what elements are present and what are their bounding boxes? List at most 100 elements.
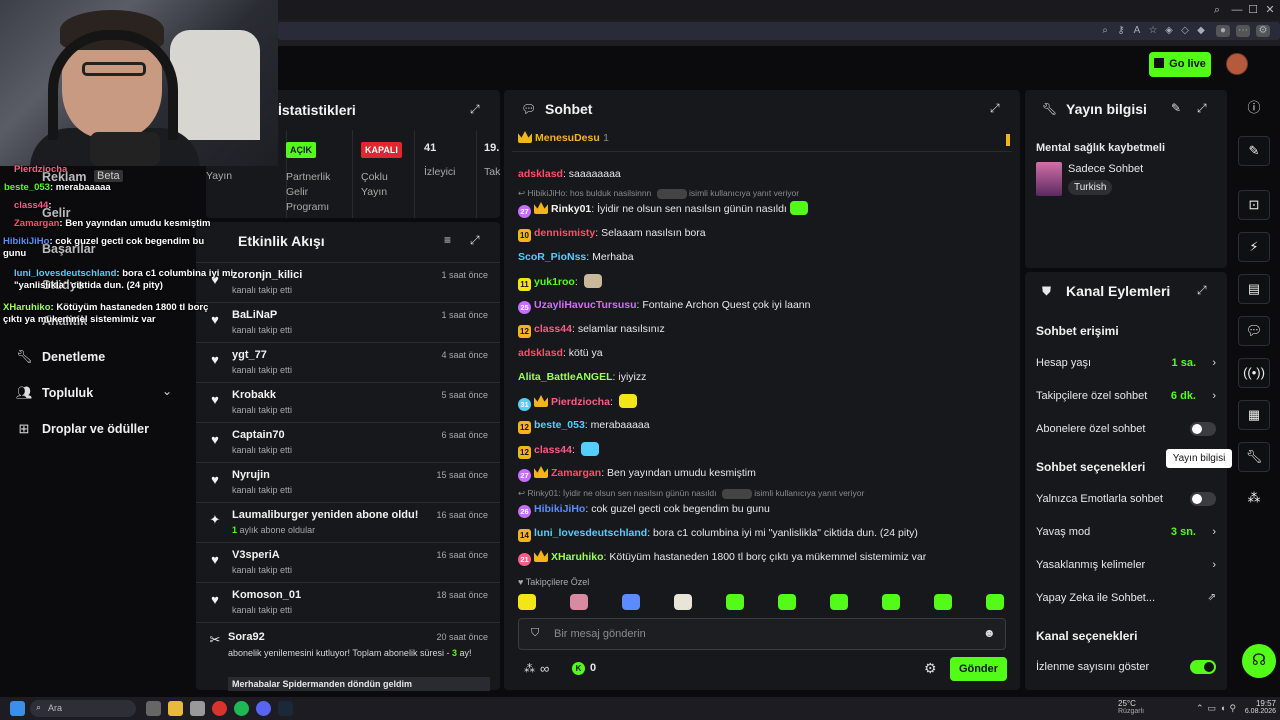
emote-only-toggle[interactable] (1190, 492, 1216, 506)
expand-icon[interactable]: ⤢ (470, 233, 480, 248)
layout-icon[interactable]: ▦ (1238, 400, 1270, 430)
emote-button[interactable] (622, 594, 640, 610)
maximize-button[interactable]: ☐ (1246, 3, 1260, 17)
go-live-button[interactable]: Go live (1149, 52, 1211, 77)
slow-mode-setting[interactable]: Yavaş mod 3 sn. › (1036, 526, 1216, 538)
close-button[interactable]: ✕ (1263, 3, 1277, 17)
followers-only-setting[interactable]: Takipçilere özel sohbet 6 dk. › (1036, 390, 1216, 402)
expand-icon[interactable]: ⤢ (1197, 101, 1207, 116)
apps-icon[interactable]: ⁂ (1238, 484, 1270, 514)
minimize-button[interactable]: — (1230, 3, 1244, 17)
document-icon[interactable]: ▤ (1238, 274, 1270, 304)
avatar[interactable] (1226, 53, 1248, 75)
gear-icon[interactable]: ⚙ (924, 660, 937, 677)
bookmark-icon[interactable]: ☆ (1146, 25, 1160, 37)
expand-icon[interactable]: ⤢ (1197, 283, 1207, 298)
chat-username[interactable]: adsklasd (518, 168, 563, 180)
heart-icon: ♥ (211, 392, 219, 407)
chat-username[interactable]: ScoR_PioNss (518, 251, 586, 263)
banned-words-setting[interactable]: Yasaklanmış kelimeler › (1036, 559, 1216, 571)
chevron-down-icon[interactable]: ⌄ (162, 384, 172, 398)
emote-button[interactable] (986, 594, 1004, 610)
chat-icon[interactable]: 💬︎ (1238, 316, 1270, 346)
chat-username[interactable]: yuk1roo (534, 276, 575, 288)
infinity-value: ∞ (540, 661, 550, 676)
chat-input[interactable]: ⛉ Bir mesaj gönderin ☻ (518, 618, 1006, 650)
stream-title: Mental sağlık kaybetmeli (1036, 142, 1165, 154)
zoom-icon[interactable]: ⌕ (1098, 25, 1112, 37)
emote-button[interactable] (674, 594, 692, 610)
extension-icon[interactable]: ◆ (1194, 25, 1208, 37)
heart-icon: ♥ (518, 577, 524, 587)
discord-icon[interactable] (256, 701, 271, 716)
expand-icon[interactable]: ⤢ (470, 102, 480, 117)
emote-button[interactable] (726, 594, 744, 610)
emote-button[interactable] (882, 594, 900, 610)
search-icon[interactable]: ⌕ (1210, 3, 1224, 17)
start-icon[interactable] (10, 701, 25, 716)
sidebar-item-topluluk[interactable]: Topluluk (42, 386, 93, 400)
chat-username[interactable]: Pierdziocha (551, 396, 610, 408)
wrench-icon[interactable]: 🔧︎ (1238, 442, 1270, 472)
expand-icon[interactable]: ⤢ (990, 101, 1000, 116)
viewer-count-toggle[interactable] (1190, 660, 1216, 674)
activity-time: 4 saat önce (441, 350, 488, 360)
emote-button[interactable] (570, 594, 588, 610)
subscriber-badge: 10 (518, 229, 531, 242)
chat-username[interactable]: class44 (534, 323, 572, 335)
ai-chat-setting[interactable]: Yapay Zeka ile Sohbet... ⇗ (1036, 592, 1216, 604)
spotify-icon[interactable] (234, 701, 249, 716)
info-icon[interactable]: ⓘ (1238, 94, 1270, 124)
sidebar-item-denetleme[interactable]: Denetleme (42, 350, 105, 364)
chat-username[interactable]: adsklasd (518, 347, 563, 359)
lightning-icon[interactable]: ⚡︎ (1238, 232, 1270, 262)
activity-row: ♥ zoronjn_kilici kanalı takip etti 1 saa… (196, 262, 500, 302)
support-button[interactable]: ☊ (1242, 644, 1276, 678)
tray-icons[interactable]: ⌃▭◖⚲ (1196, 703, 1240, 714)
chat-username[interactable]: beste_053 (534, 419, 585, 431)
broadcast-icon[interactable]: ((•)) (1238, 358, 1270, 388)
activity-name: ygt_77 (232, 349, 267, 361)
chat-username[interactable]: XHaruhiko (551, 551, 604, 563)
filter-icon[interactable]: ≡ (444, 233, 451, 247)
key-icon[interactable]: ⚷ (1114, 25, 1128, 37)
sidebar-item-droplar[interactable]: Droplar ve ödüller (42, 422, 149, 436)
subscribers-only-toggle[interactable] (1190, 422, 1216, 436)
send-button[interactable]: Gönder (950, 657, 1007, 681)
chat-username[interactable]: Rinky01 (551, 203, 591, 215)
menu-icon[interactable]: ⋯ (1236, 25, 1250, 37)
scan-icon[interactable]: ⊡ (1238, 190, 1270, 220)
chat-username[interactable]: class44 (534, 444, 572, 456)
pinned-bar[interactable]: MenesuDesu 1 (512, 130, 1012, 152)
taskview-icon[interactable] (146, 701, 161, 716)
translate-icon[interactable]: A (1130, 25, 1144, 37)
app-icon[interactable] (190, 701, 205, 716)
subscriber-badge: 27 (518, 205, 531, 218)
profile-icon[interactable]: ● (1216, 25, 1230, 37)
chat-text: bora c1 columbina iyi mi "yanlislikla" c… (653, 527, 918, 539)
chat-username[interactable]: HibikiJiHo (534, 503, 585, 515)
chat-username[interactable]: luni_lovesdeutschland (534, 527, 647, 539)
explorer-icon[interactable] (168, 701, 183, 716)
stream-info-title: Yayın bilgisi (1066, 101, 1147, 117)
divider (414, 130, 415, 218)
account-age-setting[interactable]: Hesap yaşı 1 sa. › (1036, 357, 1216, 369)
extension-icon[interactable]: ◇ (1178, 25, 1192, 37)
emote-button[interactable] (518, 594, 536, 610)
chat-username[interactable]: Alita_BattleANGEL (518, 371, 613, 383)
emoji-icon[interactable]: ☻ (983, 626, 996, 640)
emote-button[interactable] (830, 594, 848, 610)
taskbar-search[interactable]: Ara (30, 700, 136, 717)
chat-username[interactable]: Zamargan (551, 467, 601, 479)
edit-icon[interactable]: ✎ (1238, 136, 1270, 166)
chat-username[interactable]: dennismisty (534, 227, 595, 239)
chat-text: saaaaaaaa (568, 168, 621, 180)
opera-icon[interactable] (212, 701, 227, 716)
settings-icon[interactable]: ⚙ (1256, 25, 1270, 37)
emote-button[interactable] (934, 594, 952, 610)
emote-button[interactable] (778, 594, 796, 610)
edit-icon[interactable]: ✎ (1171, 101, 1181, 115)
chat-username[interactable]: UzayliHavucTursusu (534, 299, 637, 311)
extension-icon[interactable]: ◈ (1162, 25, 1176, 37)
steam-icon[interactable] (278, 701, 293, 716)
